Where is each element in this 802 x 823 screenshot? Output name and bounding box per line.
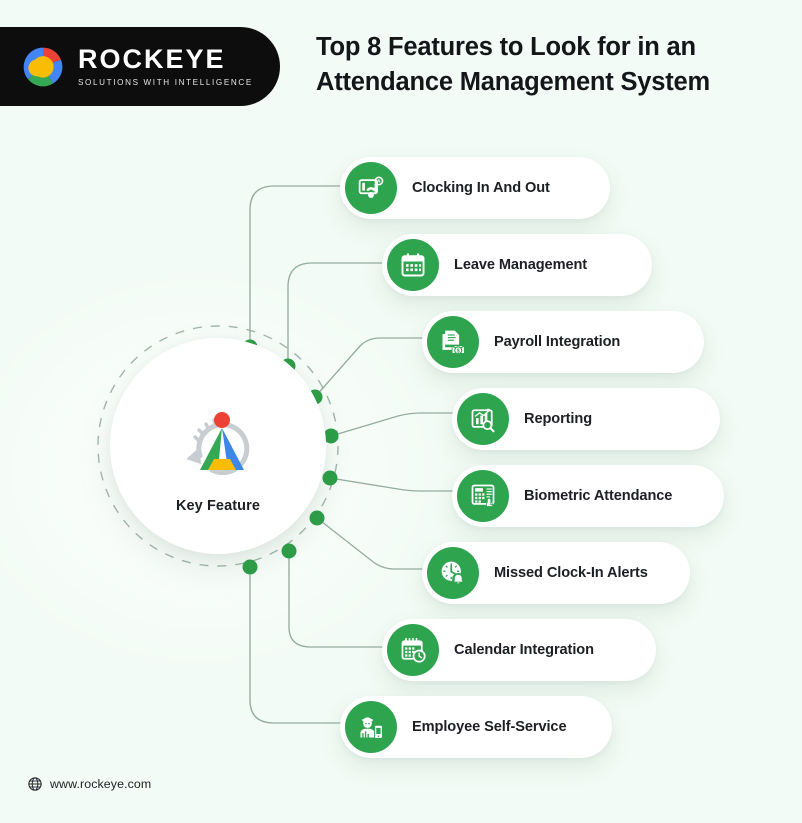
- feature-pill-2[interactable]: Leave Management: [382, 234, 652, 296]
- feature-pill-7[interactable]: Calendar Integration: [382, 619, 656, 681]
- person-triangle-refresh-icon: [186, 412, 250, 476]
- feature-pill-4[interactable]: Reporting: [452, 388, 720, 450]
- hub-label: Key Feature: [175, 498, 261, 514]
- fingerprint-scanner-icon: [345, 162, 397, 214]
- footer: www.rockeye.com: [28, 777, 151, 791]
- feature-pill-8[interactable]: Employee Self-Service: [340, 696, 612, 758]
- footer-url[interactable]: www.rockeye.com: [50, 777, 151, 791]
- feature-label-7: Calendar Integration: [454, 642, 594, 658]
- employee-mobile-icon: [345, 701, 397, 753]
- node-dot-8: [242, 559, 258, 575]
- connector-line-1: [249, 185, 352, 347]
- biometric-keypad-icon: [457, 470, 509, 522]
- swirl-logo-icon: [20, 44, 66, 90]
- feature-label-1: Clocking In And Out: [412, 180, 550, 196]
- page-title: Top 8 Features to Look for in an Attenda…: [316, 33, 711, 97]
- brand-name: ROCKEYE: [78, 43, 226, 74]
- feature-pill-3[interactable]: $ Payroll Integration: [422, 311, 704, 373]
- connector-line-3: [314, 337, 434, 398]
- feature-label-2: Leave Management: [454, 257, 588, 273]
- connector-line-2: [287, 262, 394, 366]
- feature-pill-6[interactable]: Missed Clock-In Alerts: [422, 542, 690, 604]
- brand-logo-pill: ROCKEYE SOLUTIONS WITH INTELLIGENCE: [0, 27, 280, 106]
- calendar-icon: [387, 239, 439, 291]
- connector-line-6: [316, 517, 432, 570]
- node-dot-5: [322, 470, 338, 486]
- connector-line-8: [249, 567, 352, 724]
- connector-line-7: [288, 551, 394, 648]
- feature-label-4: Reporting: [524, 411, 593, 427]
- calendar-clock-icon: [387, 624, 439, 676]
- feature-label-8: Employee Self-Service: [412, 719, 567, 735]
- feature-pill-5[interactable]: Biometric Attendance: [452, 465, 724, 527]
- feature-label-5: Biometric Attendance: [524, 488, 673, 504]
- brand-tagline: SOLUTIONS WITH INTELLIGENCE: [78, 77, 253, 87]
- feature-label-3: Payroll Integration: [494, 334, 621, 350]
- feature-label-6: Missed Clock-In Alerts: [494, 565, 648, 581]
- connector-line-4: [330, 412, 462, 437]
- payroll-document-icon: $: [427, 316, 479, 368]
- node-dot-7: [281, 543, 297, 559]
- feature-pill-1[interactable]: Clocking In And Out: [340, 157, 610, 219]
- clock-bell-icon: [427, 547, 479, 599]
- globe-icon: [28, 777, 42, 791]
- connector-line-5: [329, 477, 462, 492]
- bar-chart-magnifier-icon: [457, 393, 509, 445]
- svg-text:$: $: [457, 349, 460, 355]
